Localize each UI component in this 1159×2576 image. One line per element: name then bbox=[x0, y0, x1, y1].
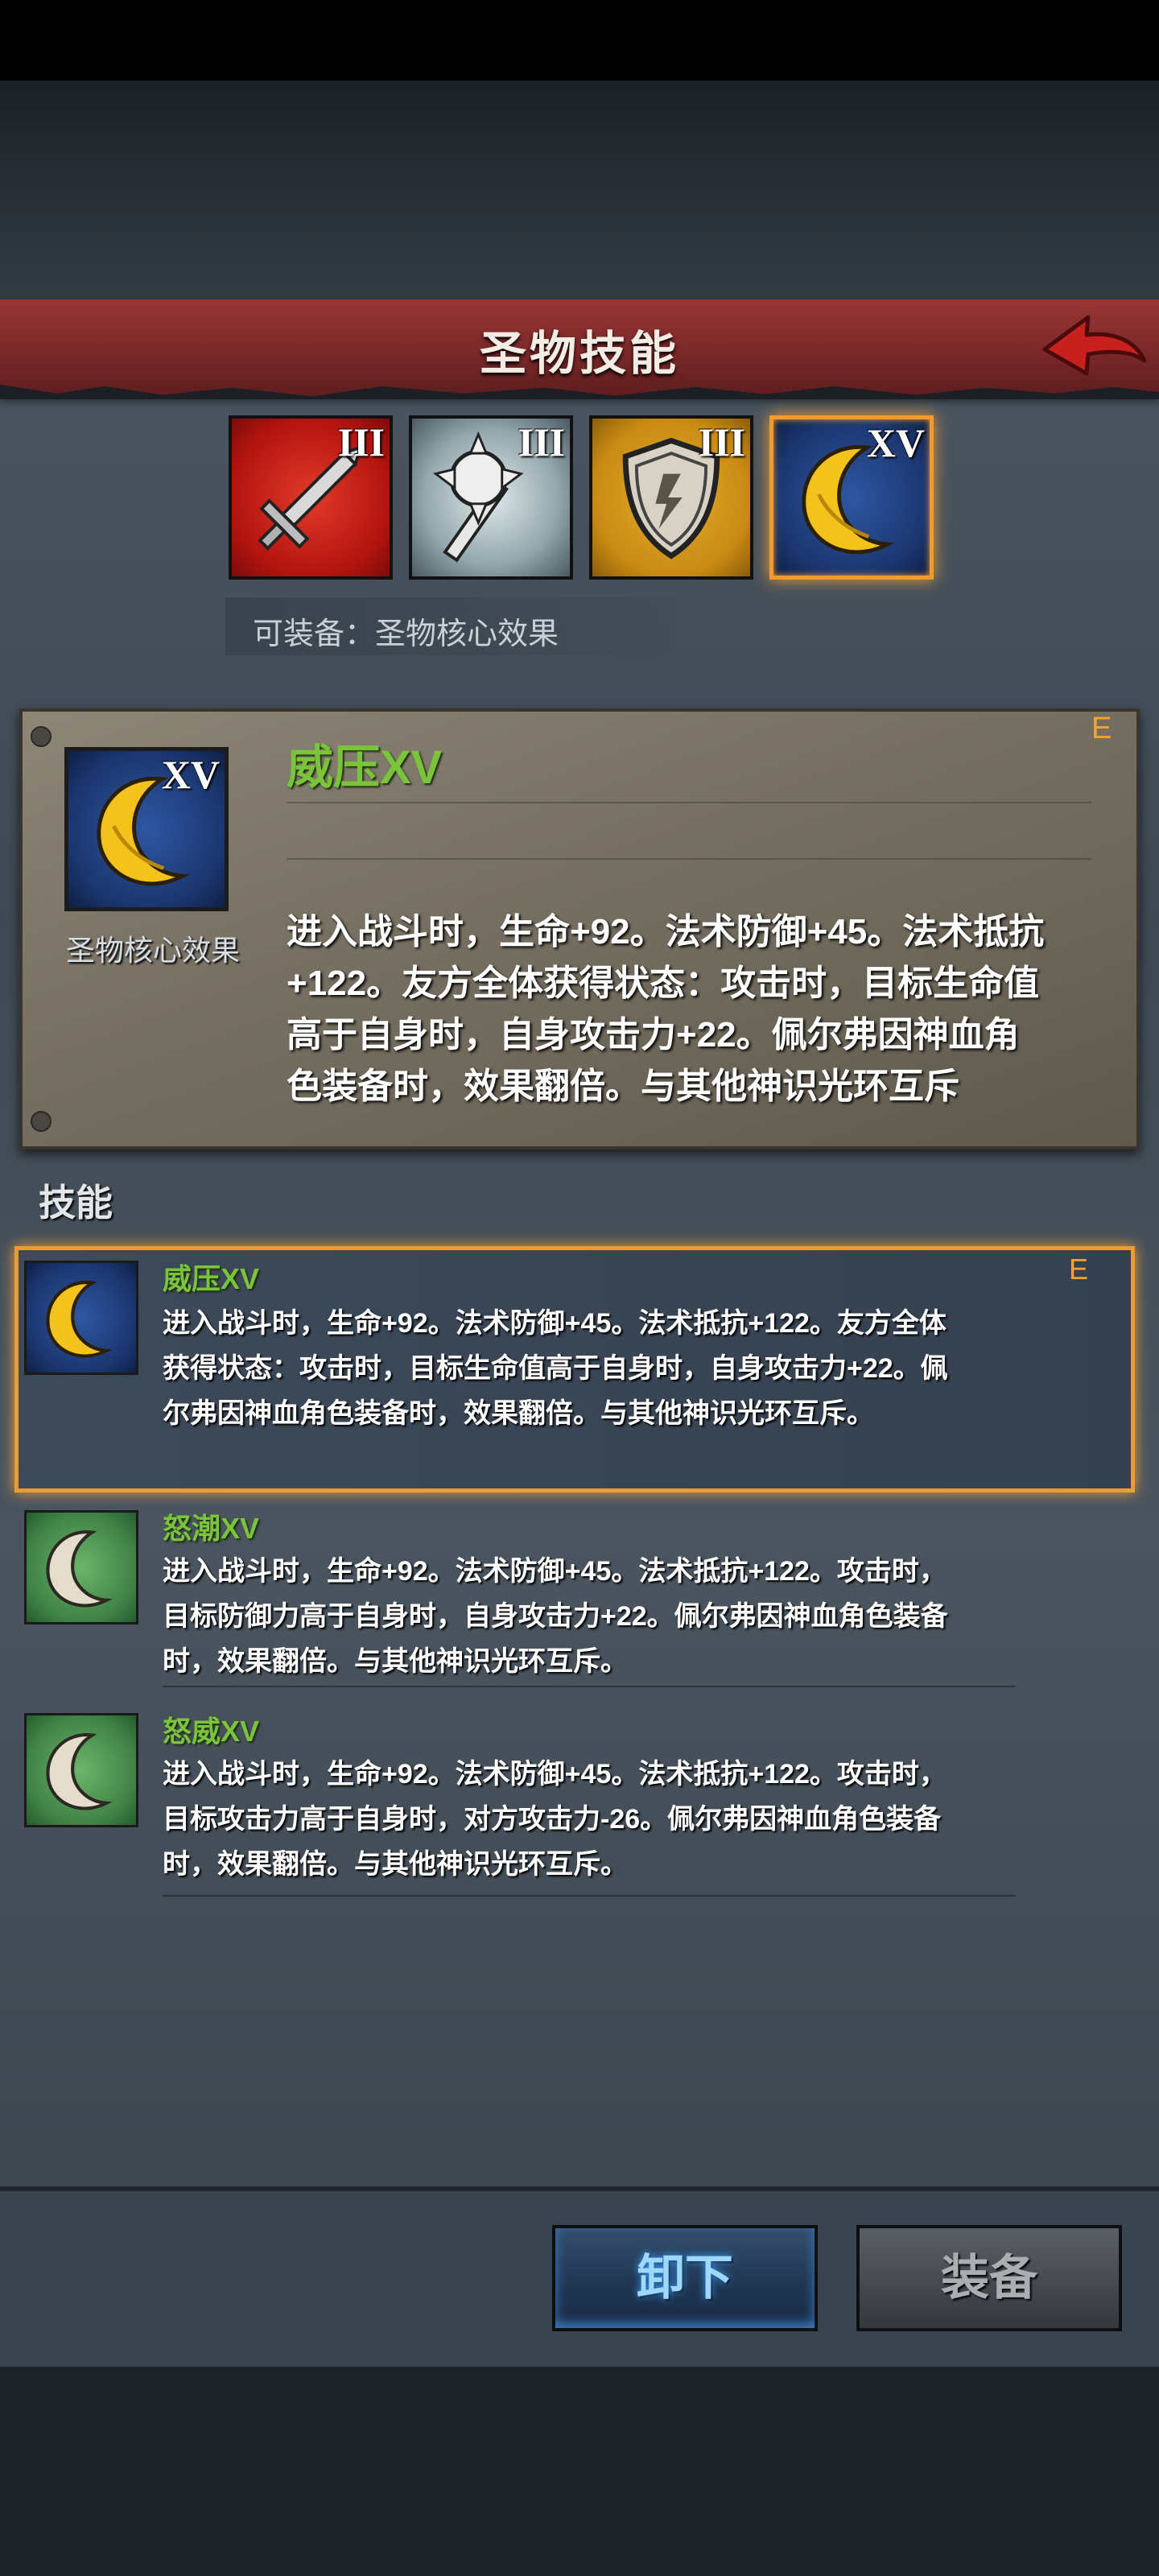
skill-icon bbox=[24, 1510, 138, 1624]
tab-level-numeral: III bbox=[698, 419, 745, 464]
unequip-button[interactable]: 卸下 bbox=[552, 2225, 818, 2331]
card-relic-icon: XV bbox=[64, 747, 229, 911]
card-title: 威压XV bbox=[287, 741, 443, 794]
skill-description: 进入战斗时，生命+92。法术防御+45。法术抵抗+122。攻击时，目标攻击力高于… bbox=[163, 1759, 947, 1880]
top-area bbox=[0, 80, 1159, 299]
tab-sword-relic[interactable]: III bbox=[229, 415, 393, 580]
tab-mace-relic[interactable]: III bbox=[409, 415, 573, 580]
card-pin bbox=[31, 1111, 52, 1132]
tab-level-numeral: III bbox=[518, 419, 565, 464]
skill-title: 怒威XV bbox=[163, 1715, 260, 1748]
skill-description: 进入战斗时，生命+92。法术防御+45。法术抵抗+122。攻击时，目标防御力高于… bbox=[163, 1556, 948, 1677]
back-button[interactable] bbox=[1038, 308, 1151, 388]
crescent-moon-icon bbox=[46, 1281, 113, 1358]
skill-divider bbox=[163, 1895, 1016, 1897]
skill-icon bbox=[24, 1713, 138, 1827]
skill-title: 怒潮XV bbox=[163, 1512, 260, 1545]
tab-level-numeral: XV bbox=[866, 420, 925, 465]
crescent-moon-icon bbox=[46, 1733, 113, 1810]
skill-description: 进入战斗时，生命+92。法术防御+45。法术抵抗+122。友方全体获得状态：攻击… bbox=[163, 1308, 948, 1429]
tab-core-relic[interactable]: XV bbox=[769, 415, 934, 580]
card-pin bbox=[31, 726, 52, 747]
skills-section-title: 技能 bbox=[39, 1182, 113, 1224]
bottom-area bbox=[0, 2360, 1159, 2576]
back-arrow-icon bbox=[1042, 315, 1147, 376]
crescent-moon-icon bbox=[46, 1530, 113, 1608]
equip-button[interactable]: 装备 bbox=[856, 2225, 1122, 2331]
skill-rarity-badge: E bbox=[1069, 1253, 1089, 1286]
skill-icon bbox=[24, 1261, 138, 1375]
status-bar bbox=[0, 0, 1159, 80]
tab-shield-relic[interactable]: III bbox=[589, 415, 753, 580]
card-level-numeral: XV bbox=[161, 752, 220, 797]
equip-hint-text: 可装备：圣物核心效果 bbox=[253, 617, 559, 651]
card-icon-label: 圣物核心效果 bbox=[65, 934, 240, 967]
card-description: 进入战斗时，生命+92。法术防御+45。法术抵抗+122。友方全体获得状态：攻击… bbox=[287, 912, 1045, 1106]
skill-divider bbox=[163, 1686, 1016, 1687]
skill-title: 威压XV bbox=[163, 1262, 260, 1295]
page-title: 圣物技能 bbox=[479, 328, 679, 380]
equip-hint: 可装备：圣物核心效果 bbox=[225, 597, 676, 655]
card-rarity-badge: E bbox=[1091, 712, 1112, 745]
tab-level-numeral: III bbox=[337, 419, 385, 464]
card-rule-lines bbox=[287, 802, 1091, 914]
